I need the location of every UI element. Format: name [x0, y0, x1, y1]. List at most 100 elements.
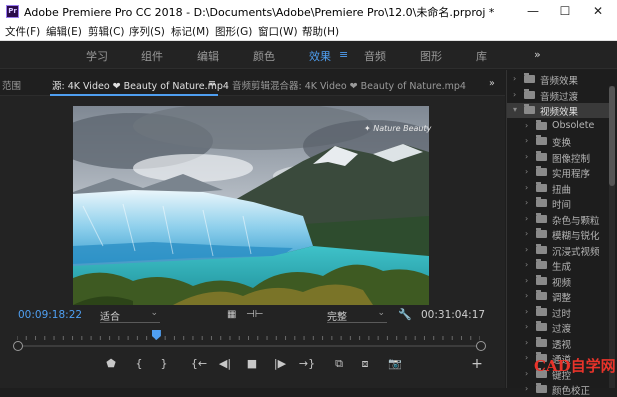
- step-back-button[interactable]: ◀|: [216, 356, 234, 372]
- mark-out-button[interactable]: }: [155, 356, 173, 372]
- menu-edit[interactable]: 编辑(E): [46, 24, 82, 39]
- scroll-end-handle[interactable]: [476, 341, 486, 351]
- effects-tree-item[interactable]: › 视频: [507, 274, 610, 289]
- zoom-level-dropdown[interactable]: 适合 ⌄: [100, 308, 160, 323]
- effects-tree-item[interactable]: › 杂色与颗粒: [507, 212, 610, 227]
- chevron-right-icon[interactable]: ›: [525, 353, 528, 362]
- workspace-assembly[interactable]: 组件: [141, 48, 163, 64]
- title-bar: Pr Adobe Premiere Pro CC 2018 - D:\Docum…: [0, 0, 617, 22]
- chevron-right-icon[interactable]: ›: [525, 307, 528, 316]
- zoom-scroll-bar[interactable]: [17, 345, 480, 347]
- overwrite-button[interactable]: ⧈: [356, 356, 374, 372]
- add-marker-button[interactable]: ⬟: [102, 356, 120, 372]
- effects-tree-item[interactable]: › 实用程序: [507, 165, 610, 180]
- chevron-right-icon[interactable]: ›: [525, 183, 528, 192]
- effects-tree-item[interactable]: › 扭曲: [507, 181, 610, 196]
- chevron-right-icon[interactable]: ›: [513, 90, 516, 99]
- playback-resolution-dropdown[interactable]: 完整 ⌄: [327, 308, 387, 323]
- effects-tree-item[interactable]: › 沉浸式视频: [507, 243, 610, 258]
- settings-page-icon[interactable]: ▦: [227, 309, 236, 320]
- effects-tree-item[interactable]: ▾ 视频效果: [507, 103, 610, 118]
- effects-tree-item[interactable]: › 变换: [507, 134, 610, 149]
- menu-help[interactable]: 帮助(H): [302, 24, 339, 39]
- tab-source[interactable]: 源: 4K Video ❤ Beauty of Nature.mp4: [52, 78, 229, 92]
- effects-tree-item[interactable]: › 颜色校正: [507, 382, 610, 397]
- effects-tree-item[interactable]: › 模糊与锐化: [507, 227, 610, 242]
- effects-tree-item[interactable]: › 调整: [507, 289, 610, 304]
- menu-window[interactable]: 窗口(W): [258, 24, 298, 39]
- go-to-in-button[interactable]: {←: [190, 356, 208, 372]
- workspace-color[interactable]: 颜色: [253, 48, 275, 64]
- chevron-right-icon[interactable]: ›: [525, 167, 528, 176]
- workspace-menu-icon[interactable]: ≡: [339, 48, 348, 61]
- time-ruler[interactable]: [17, 334, 480, 340]
- effects-tree-item[interactable]: › 过渡: [507, 320, 610, 335]
- button-editor-add-icon[interactable]: +: [468, 356, 486, 372]
- maximize-button[interactable]: ☐: [550, 0, 580, 22]
- effects-tree-item[interactable]: › 生成: [507, 258, 610, 273]
- panel-more-icon[interactable]: »: [489, 78, 495, 89]
- mark-in-button[interactable]: {: [130, 356, 148, 372]
- chevron-right-icon[interactable]: ›: [525, 229, 528, 238]
- effects-tree-label: 过时: [552, 308, 572, 320]
- chevron-right-icon[interactable]: ›: [525, 369, 528, 378]
- menu-clip[interactable]: 剪辑(C): [88, 24, 125, 39]
- effects-tree-label: Obsolete: [552, 119, 595, 131]
- chevron-right-icon[interactable]: ›: [525, 322, 528, 331]
- workspace-graphics[interactable]: 图形: [420, 48, 442, 64]
- tab-audio-clip-mixer[interactable]: 音频剪辑混合器: 4K Video ❤ Beauty of Nature.mp4: [232, 78, 466, 92]
- workspace-editing[interactable]: 编辑: [197, 48, 219, 64]
- compare-icon[interactable]: ⊣⊢: [246, 309, 263, 320]
- chevron-right-icon[interactable]: ›: [525, 276, 528, 285]
- stop-button[interactable]: ■: [243, 356, 261, 372]
- go-to-out-button[interactable]: →}: [298, 356, 316, 372]
- workspace-libraries[interactable]: 库: [476, 48, 487, 64]
- chevron-down-icon[interactable]: ▾: [513, 105, 517, 114]
- workspace-learn[interactable]: 学习: [86, 48, 108, 64]
- chevron-right-icon[interactable]: ›: [525, 291, 528, 300]
- chevron-right-icon[interactable]: ›: [525, 136, 528, 145]
- effects-tree-item[interactable]: › 音频过渡: [507, 88, 610, 103]
- effects-tree-label: 视频效果: [540, 107, 579, 118]
- menu-graphics[interactable]: 图形(G): [215, 24, 252, 39]
- brand-watermark: CAD自学网: [534, 357, 616, 375]
- close-button[interactable]: ✕: [583, 0, 613, 22]
- tab-range-cut[interactable]: 范围: [2, 78, 21, 92]
- chevron-right-icon[interactable]: ›: [525, 121, 528, 130]
- chevron-right-icon[interactable]: ›: [525, 260, 528, 269]
- effects-tree-item[interactable]: › 透视: [507, 336, 610, 351]
- chevron-down-icon: ⌄: [150, 308, 158, 318]
- current-timecode[interactable]: 00:09:18:22: [18, 309, 82, 321]
- menu-sequence[interactable]: 序列(S): [129, 24, 165, 39]
- chevron-right-icon[interactable]: ›: [525, 245, 528, 254]
- effects-tree-label: 模糊与锐化: [552, 231, 600, 242]
- glacier-landscape-image: [73, 106, 429, 305]
- workspace-effects[interactable]: 效果: [309, 48, 331, 64]
- video-frame[interactable]: [73, 106, 429, 305]
- folder-icon: [536, 259, 547, 269]
- chevron-right-icon[interactable]: ›: [525, 338, 528, 347]
- panel-menu-icon[interactable]: ≡: [208, 78, 216, 89]
- menu-marker[interactable]: 标记(M): [171, 24, 209, 39]
- effects-tree-item[interactable]: › 音频效果: [507, 72, 610, 87]
- effects-scrollbar-thumb[interactable]: [609, 86, 615, 186]
- effects-tree-item[interactable]: › 过时: [507, 305, 610, 320]
- minimize-button[interactable]: —: [518, 0, 548, 22]
- effects-tree-item[interactable]: › Obsolete: [507, 119, 610, 134]
- chevron-right-icon[interactable]: ›: [525, 152, 528, 161]
- chevron-right-icon[interactable]: ›: [525, 198, 528, 207]
- chevron-right-icon[interactable]: ›: [513, 74, 516, 83]
- chevron-right-icon[interactable]: ›: [525, 214, 528, 223]
- folder-icon: [536, 290, 547, 300]
- effects-tree-item[interactable]: › 图像控制: [507, 150, 610, 165]
- chevron-right-icon[interactable]: ›: [525, 384, 528, 393]
- effects-tree-item[interactable]: › 时间: [507, 196, 610, 211]
- scroll-start-handle[interactable]: [13, 341, 23, 351]
- menu-file[interactable]: 文件(F): [5, 24, 40, 39]
- insert-button[interactable]: ⧉: [330, 356, 348, 372]
- workspace-more-icon[interactable]: »: [534, 48, 541, 61]
- export-frame-button[interactable]: 📷: [386, 356, 404, 372]
- workspace-audio[interactable]: 音频: [364, 48, 386, 64]
- step-forward-button[interactable]: |▶: [271, 356, 289, 372]
- wrench-icon[interactable]: 🔧: [398, 308, 412, 321]
